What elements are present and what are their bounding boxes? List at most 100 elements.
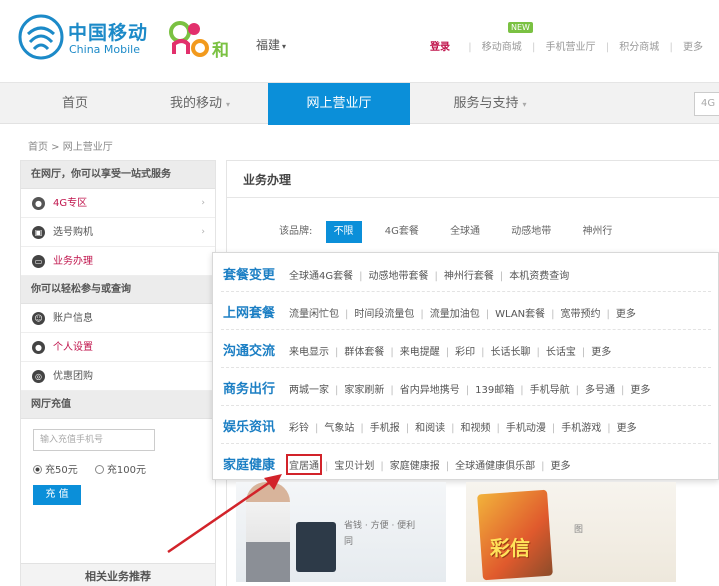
category-plan-change[interactable]: 套餐变更 xyxy=(223,264,275,283)
top-link-mall[interactable]: 移动商城 xyxy=(482,38,522,53)
filter-chip-mzone[interactable]: 动感地带 xyxy=(503,221,559,243)
menu-link[interactable]: 时间段流量包 xyxy=(354,305,414,320)
divider: | xyxy=(335,385,339,396)
menu-link[interactable]: 家庭健康报 xyxy=(390,457,440,472)
nav-my-mobile[interactable]: 我的移动 ▾ xyxy=(145,83,255,125)
menu-link[interactable]: 流量加油包 xyxy=(430,305,480,320)
search-input[interactable]: 4G xyxy=(694,92,719,116)
brand-filter: 该品牌: 不限 4G套餐 全球通 动感地带 神州行 xyxy=(279,221,632,243)
menu-link[interactable]: 手机游戏 xyxy=(561,419,601,434)
menu-link[interactable]: 更多 xyxy=(591,343,611,358)
menu-link[interactable]: 手机报 xyxy=(370,419,400,434)
sidebar-item-groupbuy[interactable]: ◎ 优惠团购 xyxy=(21,362,215,391)
menu-link[interactable]: 彩铃 xyxy=(289,419,309,434)
category-business-travel[interactable]: 商务出行 xyxy=(223,378,275,397)
nav-online-hall-label: 网上营业厅 xyxy=(306,96,372,111)
menu-link[interactable]: 更多 xyxy=(630,381,650,396)
menu-link[interactable]: 更多 xyxy=(551,457,571,472)
menu-link[interactable]: 来电提醒 xyxy=(400,343,440,358)
divider xyxy=(227,197,719,198)
menu-link[interactable]: 省内异地携号 xyxy=(400,381,460,396)
sidebar-item-settings[interactable]: ● 个人设置 xyxy=(21,333,215,362)
sidebar-item-label: 4G专区 xyxy=(53,198,88,209)
and-brand-text: 和 xyxy=(212,41,229,61)
city-selector[interactable]: 福建 ▾ xyxy=(256,36,286,53)
filter-chip-4g[interactable]: 4G套餐 xyxy=(377,221,427,243)
top-link-mobile-hall[interactable]: 手机营业厅 xyxy=(546,38,596,53)
menu-link[interactable]: 139邮箱 xyxy=(475,381,514,396)
nav-home-label: 首页 xyxy=(61,96,88,111)
sidebar-item-business[interactable]: ▭ 业务办理 xyxy=(21,247,215,276)
menu-link[interactable]: 和视频 xyxy=(461,419,491,434)
divider: | xyxy=(551,309,555,320)
menu-link[interactable]: 来电显示 xyxy=(289,343,329,358)
menu-link[interactable]: 长话长聊 xyxy=(491,343,531,358)
promo-text: 同 xyxy=(344,537,354,547)
menu-link[interactable]: 长话宝 xyxy=(546,343,576,358)
sidebar-item-label: 业务办理 xyxy=(53,256,93,267)
menu-link[interactable]: 彩印 xyxy=(455,343,475,358)
menu-link[interactable]: 全球通4G套餐 xyxy=(289,267,353,282)
sidebar-item-label: 优惠团购 xyxy=(53,371,93,382)
divider xyxy=(221,367,711,368)
divider: | xyxy=(575,385,579,396)
menu-link[interactable]: 本机资费查询 xyxy=(509,267,569,282)
menu-link-highlighted[interactable]: 宜居通 xyxy=(286,454,322,475)
menu-link[interactable]: 宝贝计划 xyxy=(334,457,374,472)
china-mobile-logo-icon[interactable] xyxy=(18,14,64,60)
menu-link[interactable]: 手机导航 xyxy=(530,381,570,396)
menu-link[interactable]: 家家刷新 xyxy=(344,381,384,396)
amount-50-option[interactable]: 充50元 xyxy=(33,465,78,476)
menu-link[interactable]: 更多 xyxy=(617,419,637,434)
menu-link[interactable]: 动感地带套餐 xyxy=(369,267,429,282)
menu-link[interactable]: WLAN套餐 xyxy=(495,305,545,320)
and-brand-logo-icon[interactable]: 和 xyxy=(168,14,238,61)
category-entertainment[interactable]: 娱乐资讯 xyxy=(223,416,275,435)
menu-link[interactable]: 更多 xyxy=(616,305,636,320)
divider: | xyxy=(581,347,586,358)
divider: | xyxy=(315,423,319,434)
menu-link[interactable]: 宽带预约 xyxy=(561,305,601,320)
menu-link[interactable]: 多号通 xyxy=(585,381,615,396)
service-icon: ▭ xyxy=(32,255,45,268)
tablet-illustration-icon xyxy=(296,522,336,572)
nav-online-hall[interactable]: 网上营业厅 xyxy=(268,83,410,125)
brand-name-cn: 中国移动 xyxy=(68,22,149,44)
menu-link[interactable]: 群体套餐 xyxy=(344,343,384,358)
sidebar-item-account[interactable]: ☺ 账户信息 xyxy=(21,304,215,333)
sidebar-item-label: 账户信息 xyxy=(53,313,93,324)
login-link[interactable]: 登录 xyxy=(430,38,450,53)
top-link-points[interactable]: 积分商城 xyxy=(619,38,659,53)
divider: | xyxy=(405,423,410,434)
recharge-phone-input[interactable]: 输入充值手机号 xyxy=(33,429,155,451)
top-link-more[interactable]: 更多 xyxy=(683,38,703,53)
divider: | xyxy=(390,385,394,396)
nav-service-support[interactable]: 服务与支持 ▾ xyxy=(430,83,550,125)
menu-link[interactable]: 气象站 xyxy=(324,419,354,434)
sidebar-item-select-number[interactable]: ▣ 选号购机 › xyxy=(21,218,215,247)
recharge-button[interactable]: 充 值 xyxy=(33,485,81,505)
menu-link[interactable]: 和阅读 xyxy=(415,419,445,434)
filter-chip-all[interactable]: 不限 xyxy=(325,221,362,243)
amount-100-option[interactable]: 充100元 xyxy=(94,465,147,476)
dropdown-row: 商务出行 两城一家 | 家家刷新 | 省内异地携号 | 139邮箱 | 手机导航 | 多号通 | 更多 xyxy=(213,369,719,405)
sidebar-item-4g[interactable]: ● 4G专区 › xyxy=(21,189,215,218)
divider: | xyxy=(445,461,450,472)
menu-link[interactable]: 神州行套餐 xyxy=(444,267,494,282)
category-communication[interactable]: 沟通交流 xyxy=(223,340,275,359)
recharge-heading: 网厅充值 xyxy=(21,391,215,419)
menu-link[interactable]: 两城一家 xyxy=(289,381,329,396)
amount-label: 充100元 xyxy=(106,465,147,476)
menu-link[interactable]: 手机动漫 xyxy=(506,419,546,434)
divider: | xyxy=(335,347,339,358)
category-data-plan[interactable]: 上网套餐 xyxy=(223,302,275,321)
menu-link[interactable]: 流量闲忙包 xyxy=(289,305,339,320)
chevron-down-icon: ▾ xyxy=(226,100,231,109)
filter-chip-gotone[interactable]: 全球通 xyxy=(442,221,488,243)
nav-home[interactable]: 首页 xyxy=(20,83,130,125)
business-dropdown-menu: 套餐变更 全球通4G套餐 | 动感地带套餐 | 神州行套餐 | 本机资费查询 上网套餐 流量… xyxy=(212,252,719,480)
menu-link[interactable]: 全球通健康俱乐部 xyxy=(455,457,535,472)
filter-chip-easyown[interactable]: 神州行 xyxy=(574,221,620,243)
promo-banner-2[interactable]: 彩信 图 xyxy=(466,482,676,582)
chevron-down-icon: ▾ xyxy=(522,100,527,109)
